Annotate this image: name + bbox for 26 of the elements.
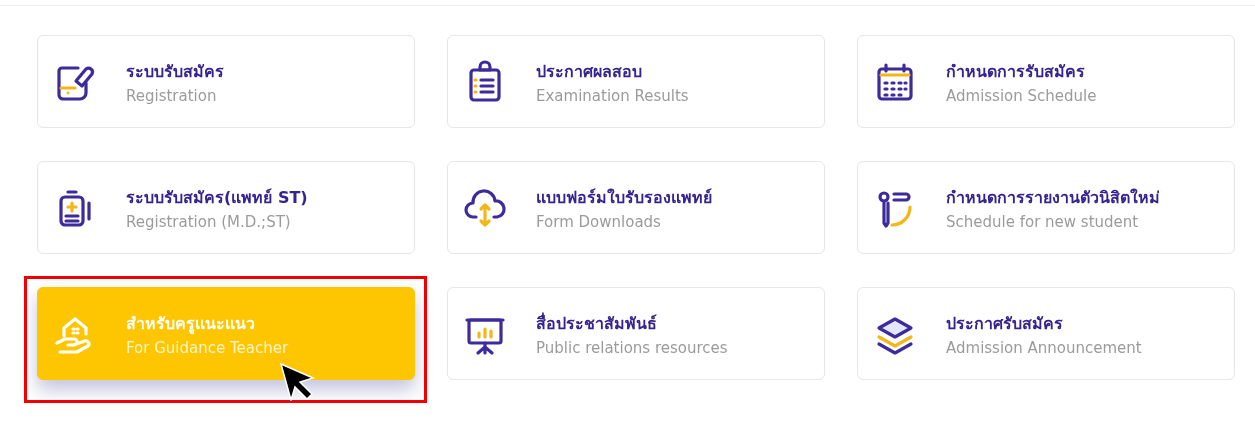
menu-card[interactable]: แบบฟอร์มใบรับรองแพทย์ Form Downloads [447,161,825,254]
menu-card[interactable]: สื่อประชาสัมพันธ์ Public relations resources [447,287,825,380]
card-subtitle: Public relations resources [536,338,728,357]
card-subtitle: For Guidance Teacher [126,338,289,357]
menu-card[interactable]: ประกาศรับสมัคร Admission Announcement [857,287,1235,380]
card-title: กำหนดการรับสมัคร [946,60,1086,83]
card-title: สำหรับครูแนะแนว [126,312,256,336]
card-title: สื่อประชาสัมพันธ์ [536,311,658,335]
menu-card[interactable]: ระบบรับสมัคร Registration [37,35,415,128]
card-subtitle: Schedule for new student [946,212,1140,231]
menu-card[interactable]: กำหนดการรายงานตัวนิสิตใหม่ Schedule for new student [857,161,1235,254]
menu-card[interactable]: ประกาศผลสอบ Examination Results [447,35,825,128]
card-subtitle: Registration [126,86,218,105]
card-title: แบบฟอร์มใบรับรองแพทย์ [536,186,712,209]
card-subtitle: Admission Announcement [946,338,1142,357]
menu-card[interactable]: กำหนดการรับสมัคร Admission Schedule [857,35,1235,128]
card-title: ระบบรับสมัคร [126,60,224,83]
card-title: กำหนดการรายงานตัวนิสิตใหม่ [946,186,1160,209]
menu-card[interactable]: ระบบรับสมัคร(แพทย์ ST) Registration (M.D.;ST) [37,161,415,254]
card-subtitle: Form Downloads [536,212,662,231]
card-subtitle: Admission Schedule [946,86,1097,105]
card-subtitle: Examination Results [536,86,689,105]
card-title: ประกาศรับสมัคร [946,312,1064,335]
card-subtitle: Registration (M.D.;ST) [126,212,292,231]
card-title: ระบบรับสมัคร(แพทย์ ST) [126,186,308,209]
card-title: ประกาศผลสอบ [536,60,643,83]
